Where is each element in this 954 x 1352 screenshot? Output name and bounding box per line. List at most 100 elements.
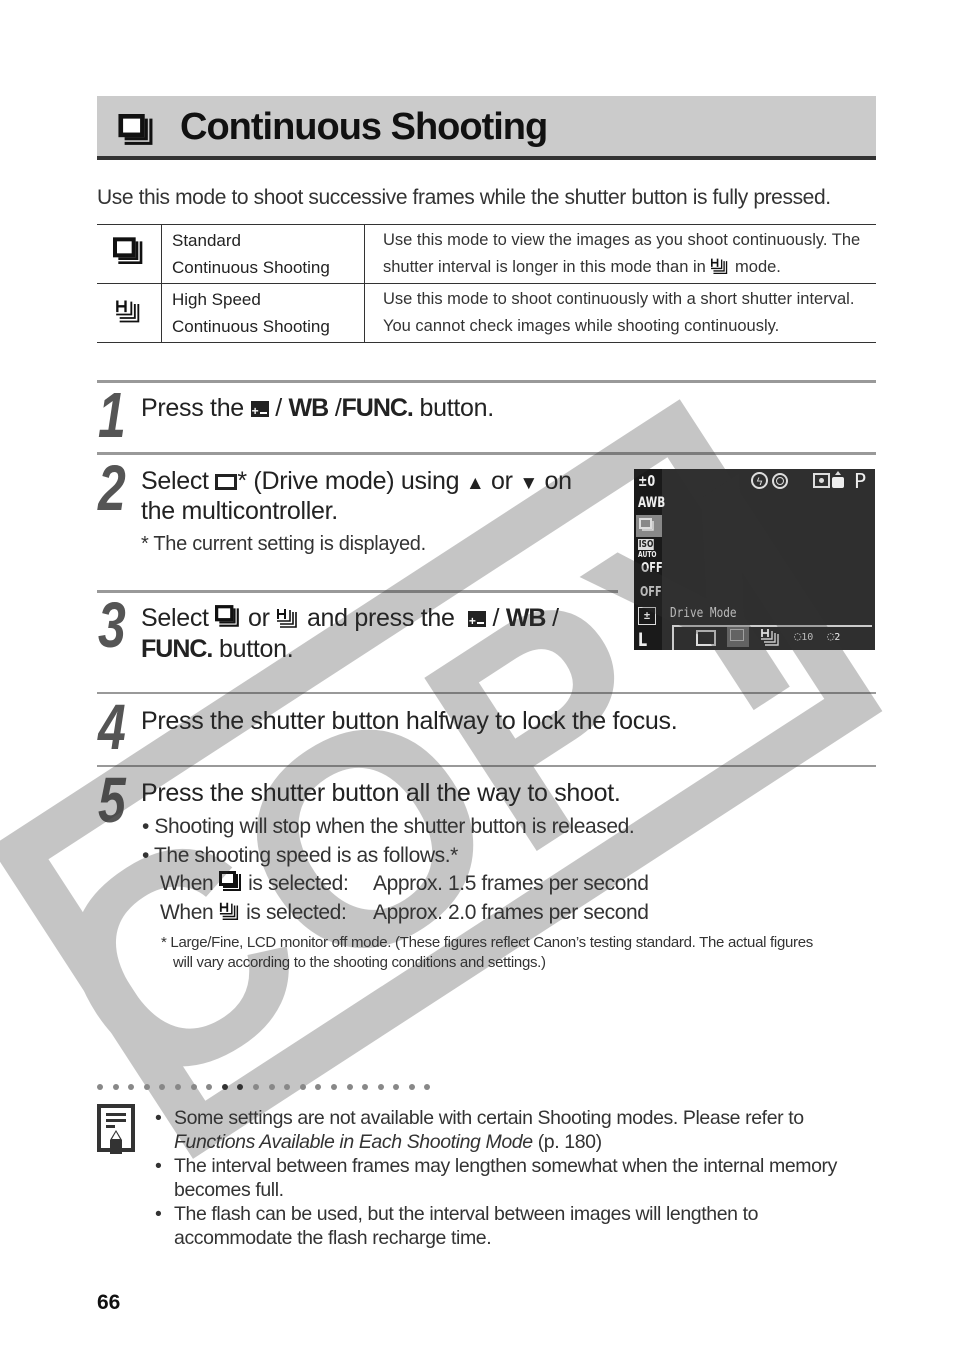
divider	[97, 380, 876, 383]
drive-option-timer-10[interactable]: ◌10	[794, 629, 813, 643]
standard-continuous-icon	[215, 605, 241, 629]
step-text: and press the	[306, 604, 455, 632]
menu-label: Drive Mode	[670, 606, 737, 621]
step-text: button.	[219, 635, 294, 663]
drive-mode-highlight	[636, 515, 662, 537]
mode-description: mode.	[735, 258, 781, 276]
separator: /	[275, 394, 282, 422]
mode-name: Standard	[172, 231, 241, 250]
speed-row-high: When is selected: Approx. 2.0 frames per…	[160, 898, 649, 927]
note-item: Some settings are not available with cer…	[155, 1106, 875, 1154]
high-speed-continuous-icon	[219, 900, 241, 922]
step-text: or	[248, 604, 270, 632]
divider	[97, 452, 876, 455]
note-icon	[97, 1104, 135, 1154]
mode-description: You cannot check images while shooting c…	[383, 317, 780, 335]
step-2-note: * The current setting is displayed.	[141, 533, 426, 555]
wb-button-label: WB	[505, 604, 547, 632]
step-5-bullet: • Shooting will stop when the shutter bu…	[142, 815, 635, 838]
continuous-shooting-icon	[639, 518, 654, 531]
speed-label: When	[160, 901, 214, 924]
step-text: * (Drive mode) using	[237, 467, 460, 495]
exposure-compensation-icon	[467, 606, 486, 637]
shooting-mode: P	[854, 469, 867, 493]
mode-name: High Speed	[172, 290, 261, 309]
speed-row-standard: When is selected: Approx. 1.5 frames per…	[160, 869, 649, 898]
page-reference: (p. 180)	[532, 1131, 602, 1153]
step-2-line2: the multicontroller.	[141, 497, 338, 525]
lcd-screen-image: ±0 AWB ISO AUTO OFF OFF ± L ϟ P Drive Mo…	[634, 469, 875, 650]
step-text: Select	[141, 604, 209, 632]
battery-arrow	[835, 471, 841, 475]
speed-label: is selected:	[246, 901, 347, 924]
mode-table: Standard Continuous Shooting Use this mod…	[97, 224, 876, 343]
mode-name: Continuous Shooting	[172, 258, 330, 277]
step-1-text: Press the / WB /FUNC. button.	[141, 393, 494, 427]
separator: /	[552, 604, 559, 632]
image-quality: L	[638, 629, 648, 650]
divider	[97, 765, 876, 767]
cross-reference-link[interactable]: Functions Available in Each Shooting Mod…	[174, 1131, 533, 1153]
step-4-text: Press the shutter button halfway to lock…	[141, 707, 678, 735]
white-balance-value: AWB	[638, 495, 666, 511]
step-number: 5	[98, 764, 126, 836]
drive-option-high-speed[interactable]	[760, 627, 780, 646]
drive-mode-icon	[215, 474, 238, 490]
speed-value: Approx. 1.5 frames per second	[373, 872, 649, 895]
notes-separator	[97, 1084, 431, 1090]
table-row: Standard Continuous Shooting Use this mod…	[97, 224, 876, 284]
drive-option-single[interactable]	[696, 630, 716, 646]
stabilizer-off: OFF	[641, 561, 663, 576]
camera-orientation-icon	[832, 477, 844, 488]
step-text: Press the	[141, 394, 244, 422]
note-text: Some settings are not available with cer…	[174, 1107, 804, 1129]
flash-off-icon: ϟ	[751, 472, 768, 489]
page-title: Continuous Shooting	[180, 106, 548, 148]
flash-exposure-icon: ±	[638, 607, 656, 625]
page-number: 66	[97, 1291, 121, 1314]
step-text: on	[544, 467, 573, 495]
mode-description: shutter interval is longer in this mode …	[383, 258, 706, 276]
step-number: 2	[98, 452, 126, 524]
standard-continuous-icon	[219, 871, 243, 893]
note-item: The interval between frames may lengthen…	[155, 1154, 875, 1202]
metering-icon	[813, 473, 830, 488]
step-text: or	[491, 467, 513, 495]
iso-value: AUTO	[638, 550, 657, 559]
speed-label: When	[160, 872, 214, 895]
exposure-value: ±0	[638, 472, 656, 490]
down-arrow-icon: ▼	[519, 473, 538, 494]
high-speed-continuous-icon	[115, 297, 143, 325]
section-title-bar: Continuous Shooting	[97, 96, 876, 160]
step-number: 4	[98, 691, 126, 763]
menu-divider	[672, 625, 674, 650]
continuous-shooting-icon	[117, 114, 157, 148]
footnote: * Large/Fine, LCD monitor off mode. (The…	[161, 934, 813, 951]
step-2-text: Select * (Drive mode) using ▲ or ▼ on	[141, 466, 572, 499]
note-item: The flash can be used, but the interval …	[155, 1202, 875, 1250]
drive-option-timer-2[interactable]: ◌2	[827, 629, 840, 643]
table-row: High Speed Continuous Shooting Use this m…	[97, 283, 876, 343]
func-button-label: FUNC.	[141, 635, 213, 663]
high-speed-continuous-icon	[710, 257, 730, 275]
separator: /	[334, 394, 342, 422]
step-3-text: Select or and press the / WB /	[141, 603, 559, 637]
step-number: 3	[98, 589, 126, 661]
af-assist-off: OFF	[640, 585, 662, 600]
divider	[97, 590, 618, 593]
step-text: Select	[141, 467, 209, 495]
iso-label: ISO	[638, 539, 655, 550]
step-5-bullet: • The shooting speed is as follows.*	[142, 844, 458, 867]
mode-description: Use this mode to shoot continuously with…	[383, 290, 855, 308]
notes-list: Some settings are not available with cer…	[155, 1106, 875, 1250]
step-3-line2: FUNC. button.	[141, 634, 294, 665]
exposure-compensation-icon	[250, 396, 269, 427]
footnote: will vary according to the shooting cond…	[173, 954, 546, 971]
standard-continuous-icon	[113, 237, 145, 267]
step-5-text: Press the shutter button all the way to …	[141, 779, 621, 807]
intro-text: Use this mode to shoot successive frames…	[97, 186, 831, 209]
mode-name: Continuous Shooting	[172, 317, 330, 336]
separator: /	[492, 604, 500, 632]
drive-option-continuous[interactable]	[727, 627, 749, 647]
speed-value: Approx. 2.0 frames per second	[373, 901, 649, 924]
